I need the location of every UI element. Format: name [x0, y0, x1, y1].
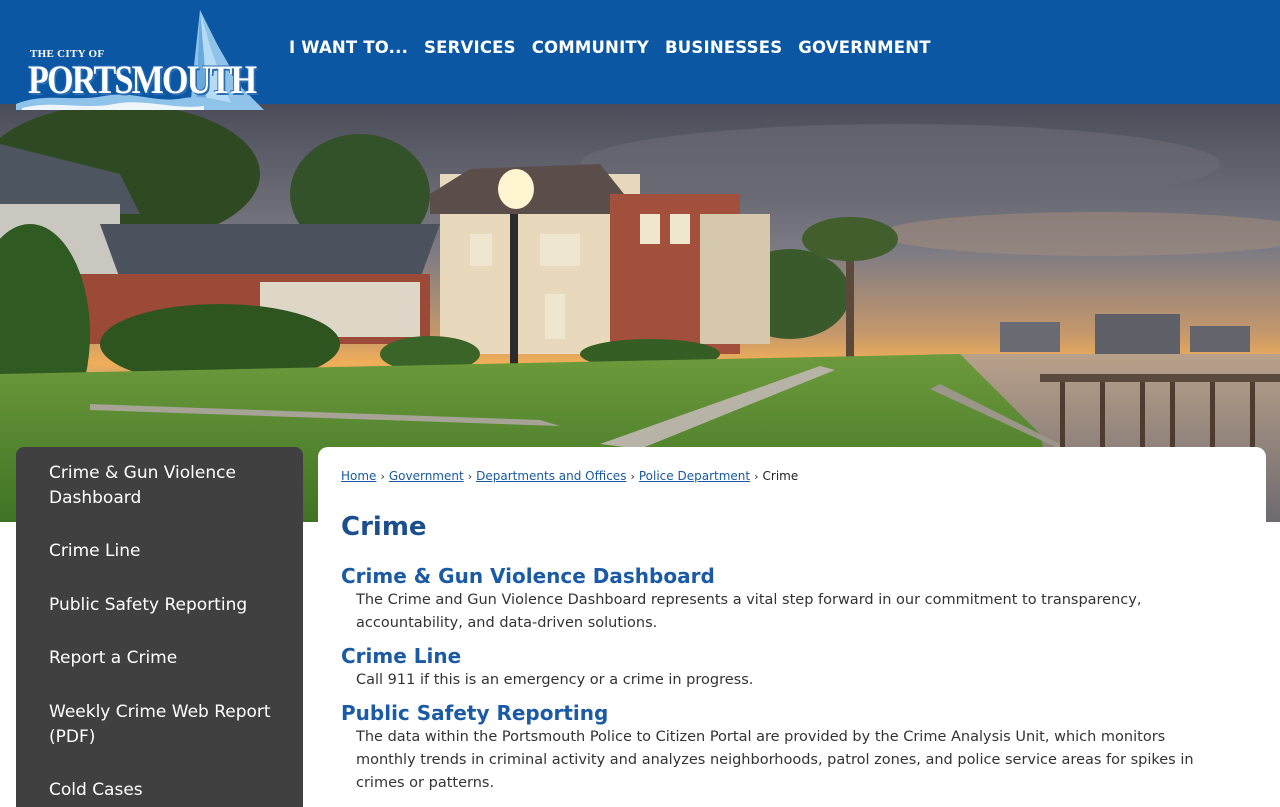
section-public-safety-reporting: Public Safety Reporting The data within … — [341, 700, 1243, 795]
breadcrumb-separator: › — [380, 469, 385, 483]
breadcrumb-home[interactable]: Home — [341, 469, 376, 483]
sidebar-item-report-a-crime[interactable]: Report a Crime — [16, 646, 303, 671]
nav-community[interactable]: COMMUNITY — [532, 38, 649, 57]
section-title-link[interactable]: Crime Line — [341, 643, 1243, 669]
city-logo[interactable]: THE CITY OF PORTSMOUTH — [14, 6, 270, 114]
section-title-link[interactable]: Public Safety Reporting — [341, 700, 1243, 726]
section-description: The Crime and Gun Violence Dashboard rep… — [356, 592, 1142, 631]
main-content: Home › Government › Departments and Offi… — [318, 447, 1266, 807]
nav-services[interactable]: SERVICES — [424, 38, 516, 57]
page-title: Crime — [341, 512, 427, 542]
sidebar-item-cold-cases[interactable]: Cold Cases — [16, 778, 303, 803]
section-crime-gun-violence-dashboard: Crime & Gun Violence Dashboard The Crime… — [341, 563, 1243, 635]
main-nav: I WANT TO... SERVICES COMMUNITY BUSINESS… — [289, 38, 947, 57]
sidebar-item-crime-gun-violence-dashboard[interactable]: Crime & Gun Violence Dashboard — [16, 461, 303, 511]
section-description: The data within the Portsmouth Police to… — [356, 729, 1194, 791]
section-description: Call 911 if this is an emergency or a cr… — [356, 672, 754, 688]
sidebar-item-public-safety-reporting[interactable]: Public Safety Reporting — [16, 593, 303, 618]
breadcrumb-current: Crime — [762, 469, 799, 483]
breadcrumb-police-department[interactable]: Police Department — [639, 469, 750, 483]
nav-i-want-to[interactable]: I WANT TO... — [289, 38, 408, 57]
nav-government[interactable]: GOVERNMENT — [798, 38, 930, 57]
sidebar-item-crime-line[interactable]: Crime Line — [16, 539, 303, 564]
breadcrumb-separator: › — [467, 469, 473, 483]
section-title-link[interactable]: Crime & Gun Violence Dashboard — [341, 563, 1243, 589]
breadcrumb-departments[interactable]: Departments and Offices — [476, 469, 626, 483]
sidebar-item-weekly-crime-web-report[interactable]: Weekly Crime Web Report (PDF) — [16, 700, 303, 750]
nav-businesses[interactable]: BUSINESSES — [665, 38, 782, 57]
breadcrumb-separator: › — [754, 469, 759, 483]
logo-main-text: PORTSMOUTH — [28, 57, 257, 102]
section-crime-line: Crime Line Call 911 if this is an emerge… — [341, 643, 1243, 692]
breadcrumb-government[interactable]: Government — [389, 469, 464, 483]
breadcrumb-separator: › — [630, 469, 635, 483]
section-sidebar: Crime & Gun Violence Dashboard Crime Lin… — [16, 447, 303, 807]
breadcrumb: Home › Government › Departments and Offi… — [341, 469, 1243, 483]
